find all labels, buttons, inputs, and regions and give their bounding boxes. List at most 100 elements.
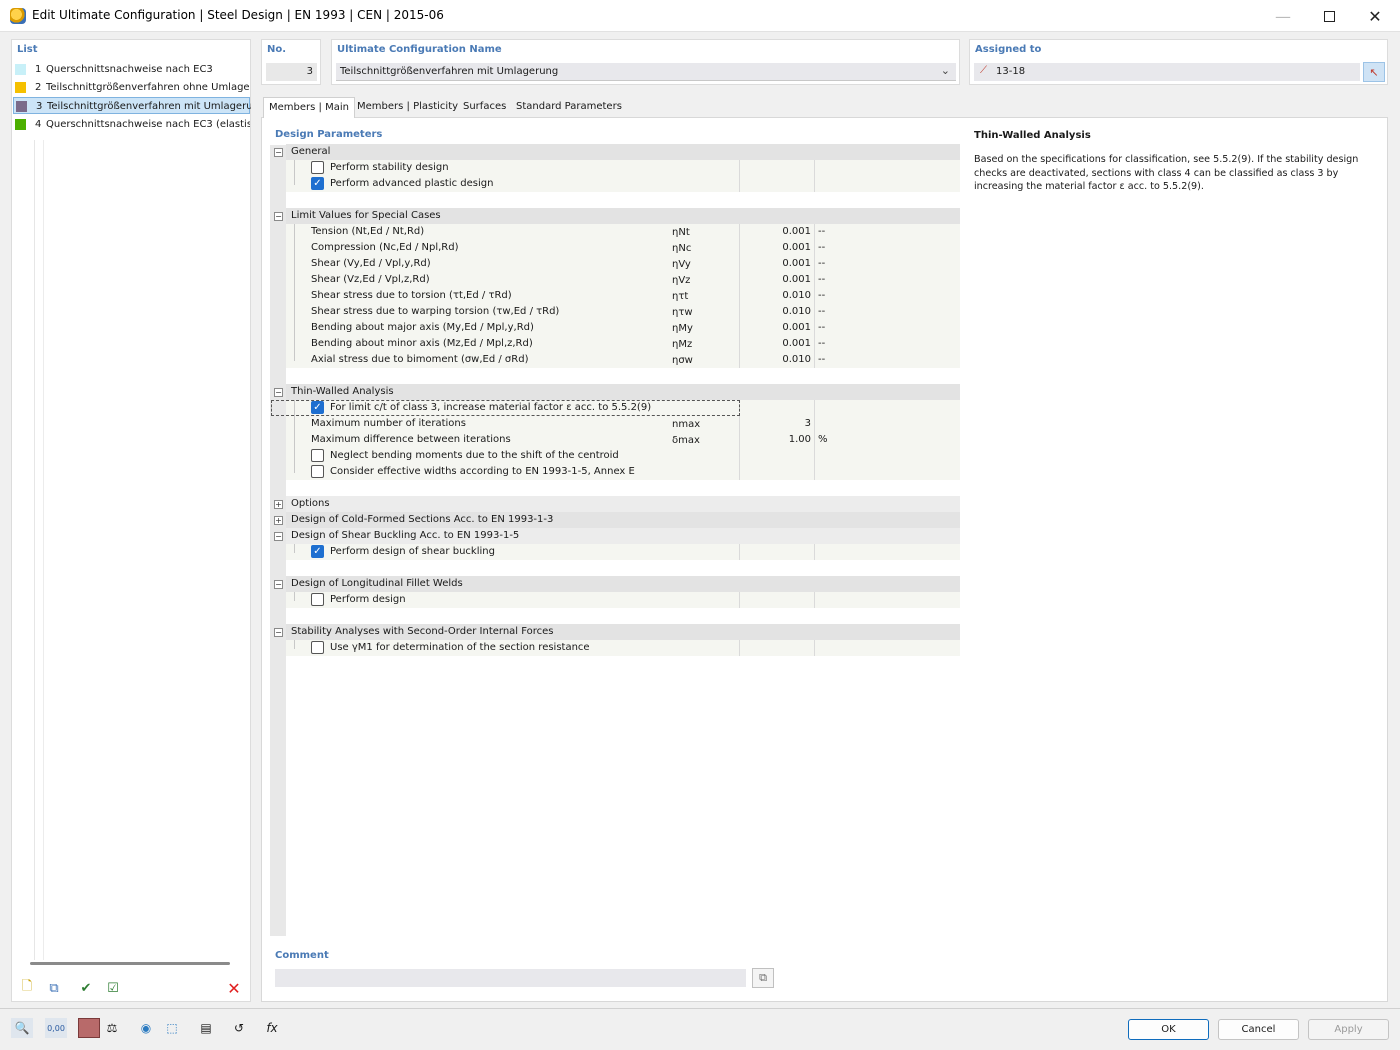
row-label: Maximum number of iterations [311, 418, 466, 429]
group-label: Stability Analyses with Second-Order Int… [291, 626, 554, 637]
separator [814, 336, 815, 352]
separator [739, 448, 740, 464]
maximize-button[interactable] [1306, 0, 1352, 32]
comment-library-button[interactable]: ⧉ [752, 968, 774, 988]
group-limit-values: Limit Values for Special Cases [286, 208, 960, 224]
collapse-icon[interactable]: − [274, 388, 283, 397]
limit-row: Compression (Nc,Ed / Npl,Rd) ηNc 0.001 -- [286, 240, 960, 256]
row-value[interactable]: 0.001 [739, 242, 813, 253]
collapse-icon[interactable]: − [274, 212, 283, 221]
collapse-icon[interactable]: − [274, 148, 283, 157]
close-button[interactable]: ✕ [1352, 0, 1398, 32]
decimal-icon: 0,00 [47, 1023, 65, 1033]
limit-row: Shear (Vz,Ed / Vpl,z,Rd) ηVz 0.001 -- [286, 272, 960, 288]
separator [814, 224, 815, 240]
row-value[interactable]: 0.010 [739, 354, 813, 365]
separator [814, 544, 815, 560]
ok-button[interactable]: OK [1128, 1019, 1209, 1040]
tree-line [294, 288, 295, 304]
color-button[interactable] [78, 1018, 100, 1038]
units-button[interactable]: ▤ [195, 1018, 217, 1038]
list-guide [43, 140, 44, 960]
separator [814, 272, 815, 288]
row-symbol: ηNt [672, 227, 690, 238]
checkbox[interactable] [311, 449, 324, 462]
display-button[interactable]: ◉ [135, 1018, 157, 1038]
row-value[interactable]: 0.001 [739, 274, 813, 285]
copy-button[interactable]: ⧉ [43, 978, 65, 998]
row-symbol: nmax [672, 419, 701, 430]
row-symbol: ησw [672, 355, 693, 366]
design-parameters-tree: Design Parameters − General Perform stab… [270, 125, 960, 936]
maximize-icon [1323, 10, 1335, 22]
comment-input[interactable] [275, 969, 746, 987]
horizontal-scrollbar[interactable] [30, 962, 230, 965]
row-value[interactable]: 3 [739, 418, 813, 429]
row-value[interactable]: 0.010 [739, 306, 813, 317]
row-value[interactable]: 0.001 [739, 258, 813, 269]
chevron-down-icon[interactable]: ⌄ [941, 64, 950, 77]
collapse-icon[interactable]: − [274, 628, 283, 637]
checkbox[interactable] [311, 641, 324, 654]
tab-members-plasticity[interactable]: Members | Plasticity [352, 97, 463, 117]
checkbox[interactable] [311, 593, 324, 606]
new-button[interactable]: 🗋 [16, 978, 38, 998]
checkbox[interactable] [311, 465, 324, 478]
row-value[interactable]: 0.001 [739, 322, 813, 333]
tree-row: ✓ Perform design of shear buckling [286, 544, 960, 560]
assigned-header: Assigned to [975, 44, 1042, 55]
check-selected-icon: ☑ [107, 980, 119, 996]
collapse-icon[interactable]: − [274, 532, 283, 541]
row-label: Bending about minor axis (Mz,Ed / Mpl,z,… [311, 338, 533, 349]
tree-header: Design Parameters [275, 129, 383, 140]
expand-icon[interactable]: + [274, 500, 283, 509]
zoom-button[interactable]: 🔍 [11, 1018, 33, 1038]
minimize-button[interactable]: — [1260, 0, 1306, 32]
number-header: No. [267, 44, 287, 55]
section-button[interactable]: ⚖ [101, 1018, 123, 1038]
tree-line [294, 224, 295, 240]
checkbox[interactable]: ✓ [311, 177, 324, 190]
separator [814, 592, 815, 608]
config-name-value: Teilschnittgrößenverfahren mit Umlagerun… [340, 66, 559, 77]
reset-button[interactable]: ↺ [228, 1018, 250, 1038]
row-value[interactable]: 0.010 [739, 290, 813, 301]
tree-line [294, 448, 295, 464]
title-bar: Edit Ultimate Configuration | Steel Desi… [0, 0, 1400, 32]
checkbox[interactable]: ✓ [311, 545, 324, 558]
model-button[interactable]: ⬚ [161, 1018, 183, 1038]
tree-line [294, 464, 295, 473]
collapse-icon[interactable]: − [274, 580, 283, 589]
select-in-model-button[interactable]: ↖ [1363, 62, 1385, 82]
new-icon: 🗋 [21, 979, 33, 994]
list-item[interactable]: 1 Querschnittsnachweise nach EC3 [13, 61, 250, 78]
tab-members-main[interactable]: Members | Main [263, 97, 355, 118]
apply-button[interactable]: Apply [1308, 1019, 1389, 1040]
separator [739, 592, 740, 608]
row-value[interactable]: 0.001 [739, 338, 813, 349]
decimal-button[interactable]: 0,00 [45, 1018, 67, 1038]
list-item-selected[interactable]: 3 Teilschnittgrößenverfahren mit Umlager… [13, 97, 251, 114]
check-selected-button[interactable]: ☑ [102, 978, 124, 998]
expand-icon[interactable]: + [274, 516, 283, 525]
formula-button[interactable]: fx [261, 1018, 283, 1038]
row-value[interactable]: 0.001 [739, 226, 813, 237]
delete-button[interactable]: ✕ [223, 978, 245, 998]
copy-icon: ⧉ [759, 971, 767, 984]
row-value[interactable]: 1.00 [739, 434, 813, 445]
checkbox[interactable] [311, 161, 324, 174]
list-item-number: 4 [35, 119, 42, 130]
assigned-field[interactable]: ⟋ 13-18 [974, 63, 1360, 81]
member-icon: ⟋ [980, 65, 987, 76]
check-all-button[interactable]: ✔ [75, 978, 97, 998]
config-name-select[interactable]: Teilschnittgrößenverfahren mit Umlagerun… [336, 63, 956, 81]
tab-surfaces[interactable]: Surfaces [458, 97, 511, 117]
list-item[interactable]: 2 Teilschnittgrößenverfahren ohne Umlage… [13, 79, 250, 96]
checkbox[interactable]: ✓ [311, 401, 324, 414]
cancel-button[interactable]: Cancel [1218, 1019, 1299, 1040]
tab-standard-parameters[interactable]: Standard Parameters [511, 97, 627, 117]
separator [814, 176, 815, 192]
row-label: Bending about major axis (My,Ed / Mpl,y,… [311, 322, 534, 333]
list-item[interactable]: 4 Querschnittsnachweise nach EC3 (elasti… [13, 116, 250, 133]
limit-row: Bending about minor axis (Mz,Ed / Mpl,z,… [286, 336, 960, 352]
